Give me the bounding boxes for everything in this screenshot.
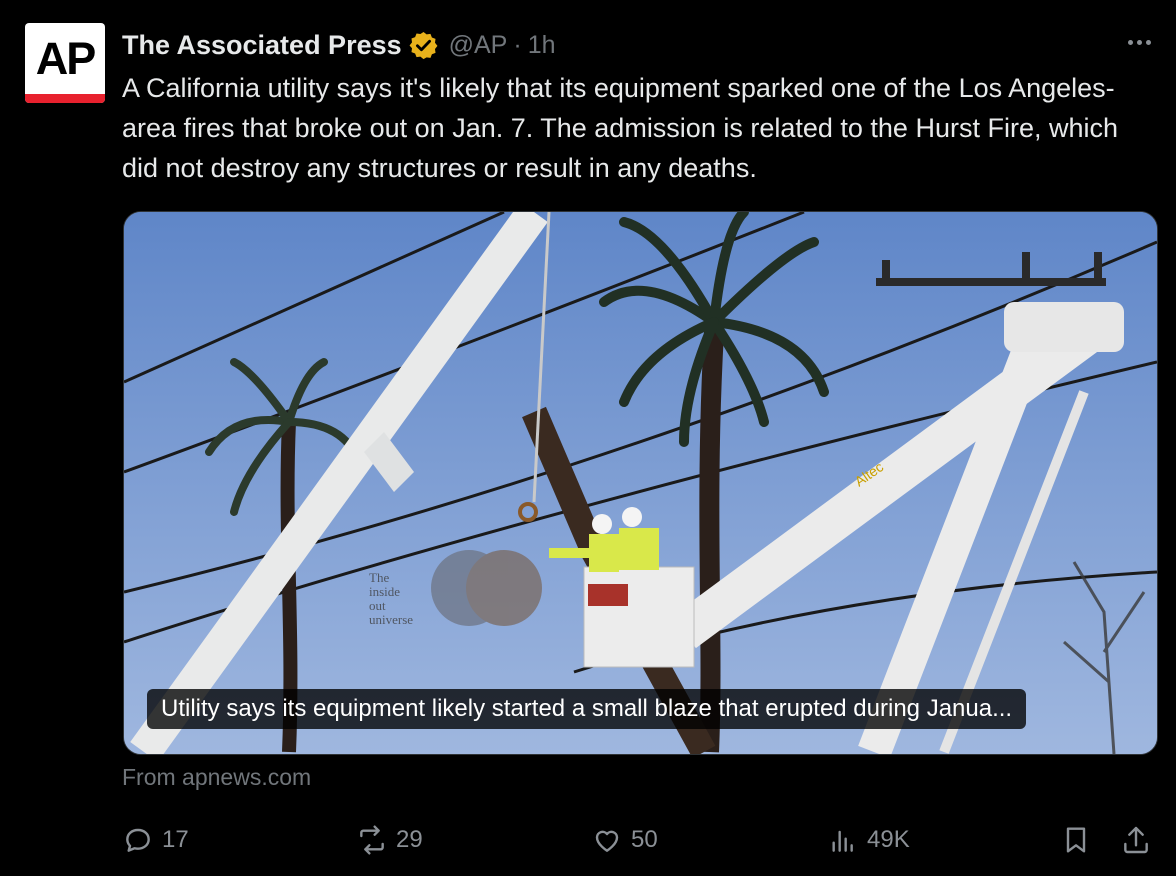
more-options-icon[interactable] bbox=[1122, 30, 1156, 54]
reply-count: 17 bbox=[162, 826, 189, 853]
watermark-word-4: universe bbox=[369, 612, 413, 627]
like-button[interactable]: 50 bbox=[591, 820, 658, 860]
avatar[interactable]: AP bbox=[25, 23, 105, 103]
repost-button[interactable]: 29 bbox=[356, 820, 423, 860]
repost-icon bbox=[360, 825, 384, 855]
views-button[interactable]: 49K bbox=[827, 820, 910, 860]
verified-badge-icon[interactable] bbox=[408, 30, 439, 61]
like-count: 50 bbox=[631, 826, 658, 853]
tweet-header: The Associated Press @AP · 1h bbox=[122, 28, 556, 62]
reply-button[interactable]: 17 bbox=[122, 820, 189, 860]
bookmark-icon bbox=[1066, 827, 1086, 853]
tweet-text: A California utility says it's likely th… bbox=[122, 73, 1118, 183]
watermark-word-2: inside bbox=[369, 584, 400, 599]
watermark-word-1: The bbox=[369, 570, 389, 585]
action-bar: 17 29 50 49K bbox=[0, 820, 1176, 860]
link-card-caption[interactable]: Utility says its equipment likely starte… bbox=[147, 689, 1027, 729]
author-name[interactable]: The Associated Press bbox=[122, 30, 402, 61]
views-count: 49K bbox=[867, 826, 910, 853]
ap-logo-bar bbox=[25, 94, 105, 103]
share-button[interactable] bbox=[1120, 820, 1160, 860]
reply-icon bbox=[126, 828, 150, 852]
meta-separator: · bbox=[513, 30, 522, 59]
like-icon bbox=[595, 830, 619, 852]
views-icon bbox=[832, 830, 853, 852]
link-source[interactable]: From apnews.com bbox=[122, 764, 311, 791]
repost-count: 29 bbox=[396, 826, 423, 853]
post-time[interactable]: 1h bbox=[528, 31, 556, 60]
link-card-image[interactable]: Altec The inside out universe bbox=[123, 211, 1158, 755]
watermark-word-3: out bbox=[369, 598, 386, 613]
share-icon bbox=[1124, 826, 1148, 854]
ap-logo-text: AP bbox=[35, 33, 97, 84]
bookmark-button[interactable] bbox=[1060, 820, 1100, 860]
author-handle[interactable]: @AP bbox=[449, 31, 508, 60]
